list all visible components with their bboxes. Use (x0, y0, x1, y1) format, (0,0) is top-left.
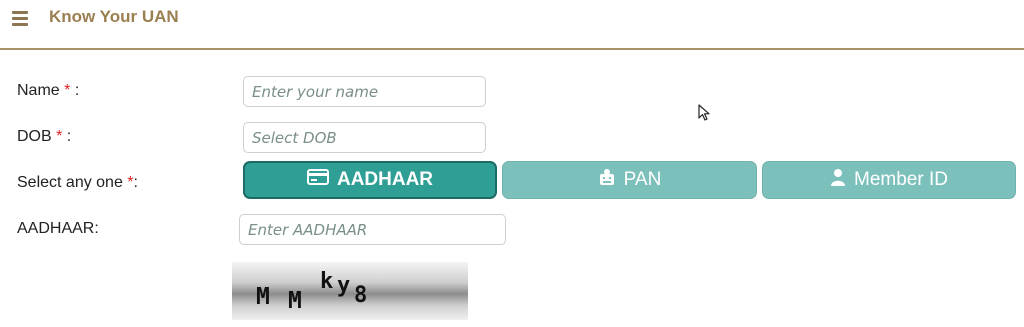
member-id-option-label: Member ID (854, 169, 948, 190)
svg-text:y: y (337, 273, 350, 298)
page-title: Know Your UAN (49, 7, 179, 26)
mouse-cursor-icon (698, 104, 712, 127)
svg-text:M: M (256, 284, 270, 310)
name-label-text: Name (17, 82, 60, 99)
dob-label-colon: : (62, 128, 72, 145)
name-label: Name * : (17, 82, 79, 100)
select-any-one-label: Select any one *: (17, 174, 138, 192)
dob-label-text: DOB (17, 128, 52, 145)
user-icon (830, 168, 846, 192)
id-card-icon (306, 169, 329, 191)
select-label-colon: : (133, 174, 138, 191)
select-label-text: Select any one (17, 174, 128, 191)
captcha-image: M M k y 8 (232, 262, 468, 320)
name-label-colon: : (70, 82, 80, 99)
svg-text:M: M (288, 288, 302, 314)
member-id-option-button[interactable]: Member ID (762, 161, 1016, 199)
svg-text:k: k (320, 269, 333, 294)
pan-option-label: PAN (623, 169, 662, 190)
aadhaar-option-button[interactable]: AADHAAR (243, 161, 497, 199)
dob-label: DOB * : (17, 128, 71, 146)
pan-card-icon (598, 168, 616, 192)
name-input[interactable] (243, 76, 486, 107)
aadhaar-input[interactable] (239, 214, 506, 245)
pan-option-button[interactable]: PAN (502, 161, 757, 199)
aadhaar-option-label: AADHAAR (336, 169, 434, 190)
dob-input[interactable] (243, 122, 486, 153)
svg-text:8: 8 (354, 283, 367, 308)
hamburger-menu-icon[interactable] (12, 8, 30, 26)
page-header: Know Your UAN (0, 0, 1024, 50)
captcha-text-art: M M k y 8 (256, 269, 367, 314)
aadhaar-label: AADHAAR: (17, 220, 99, 237)
